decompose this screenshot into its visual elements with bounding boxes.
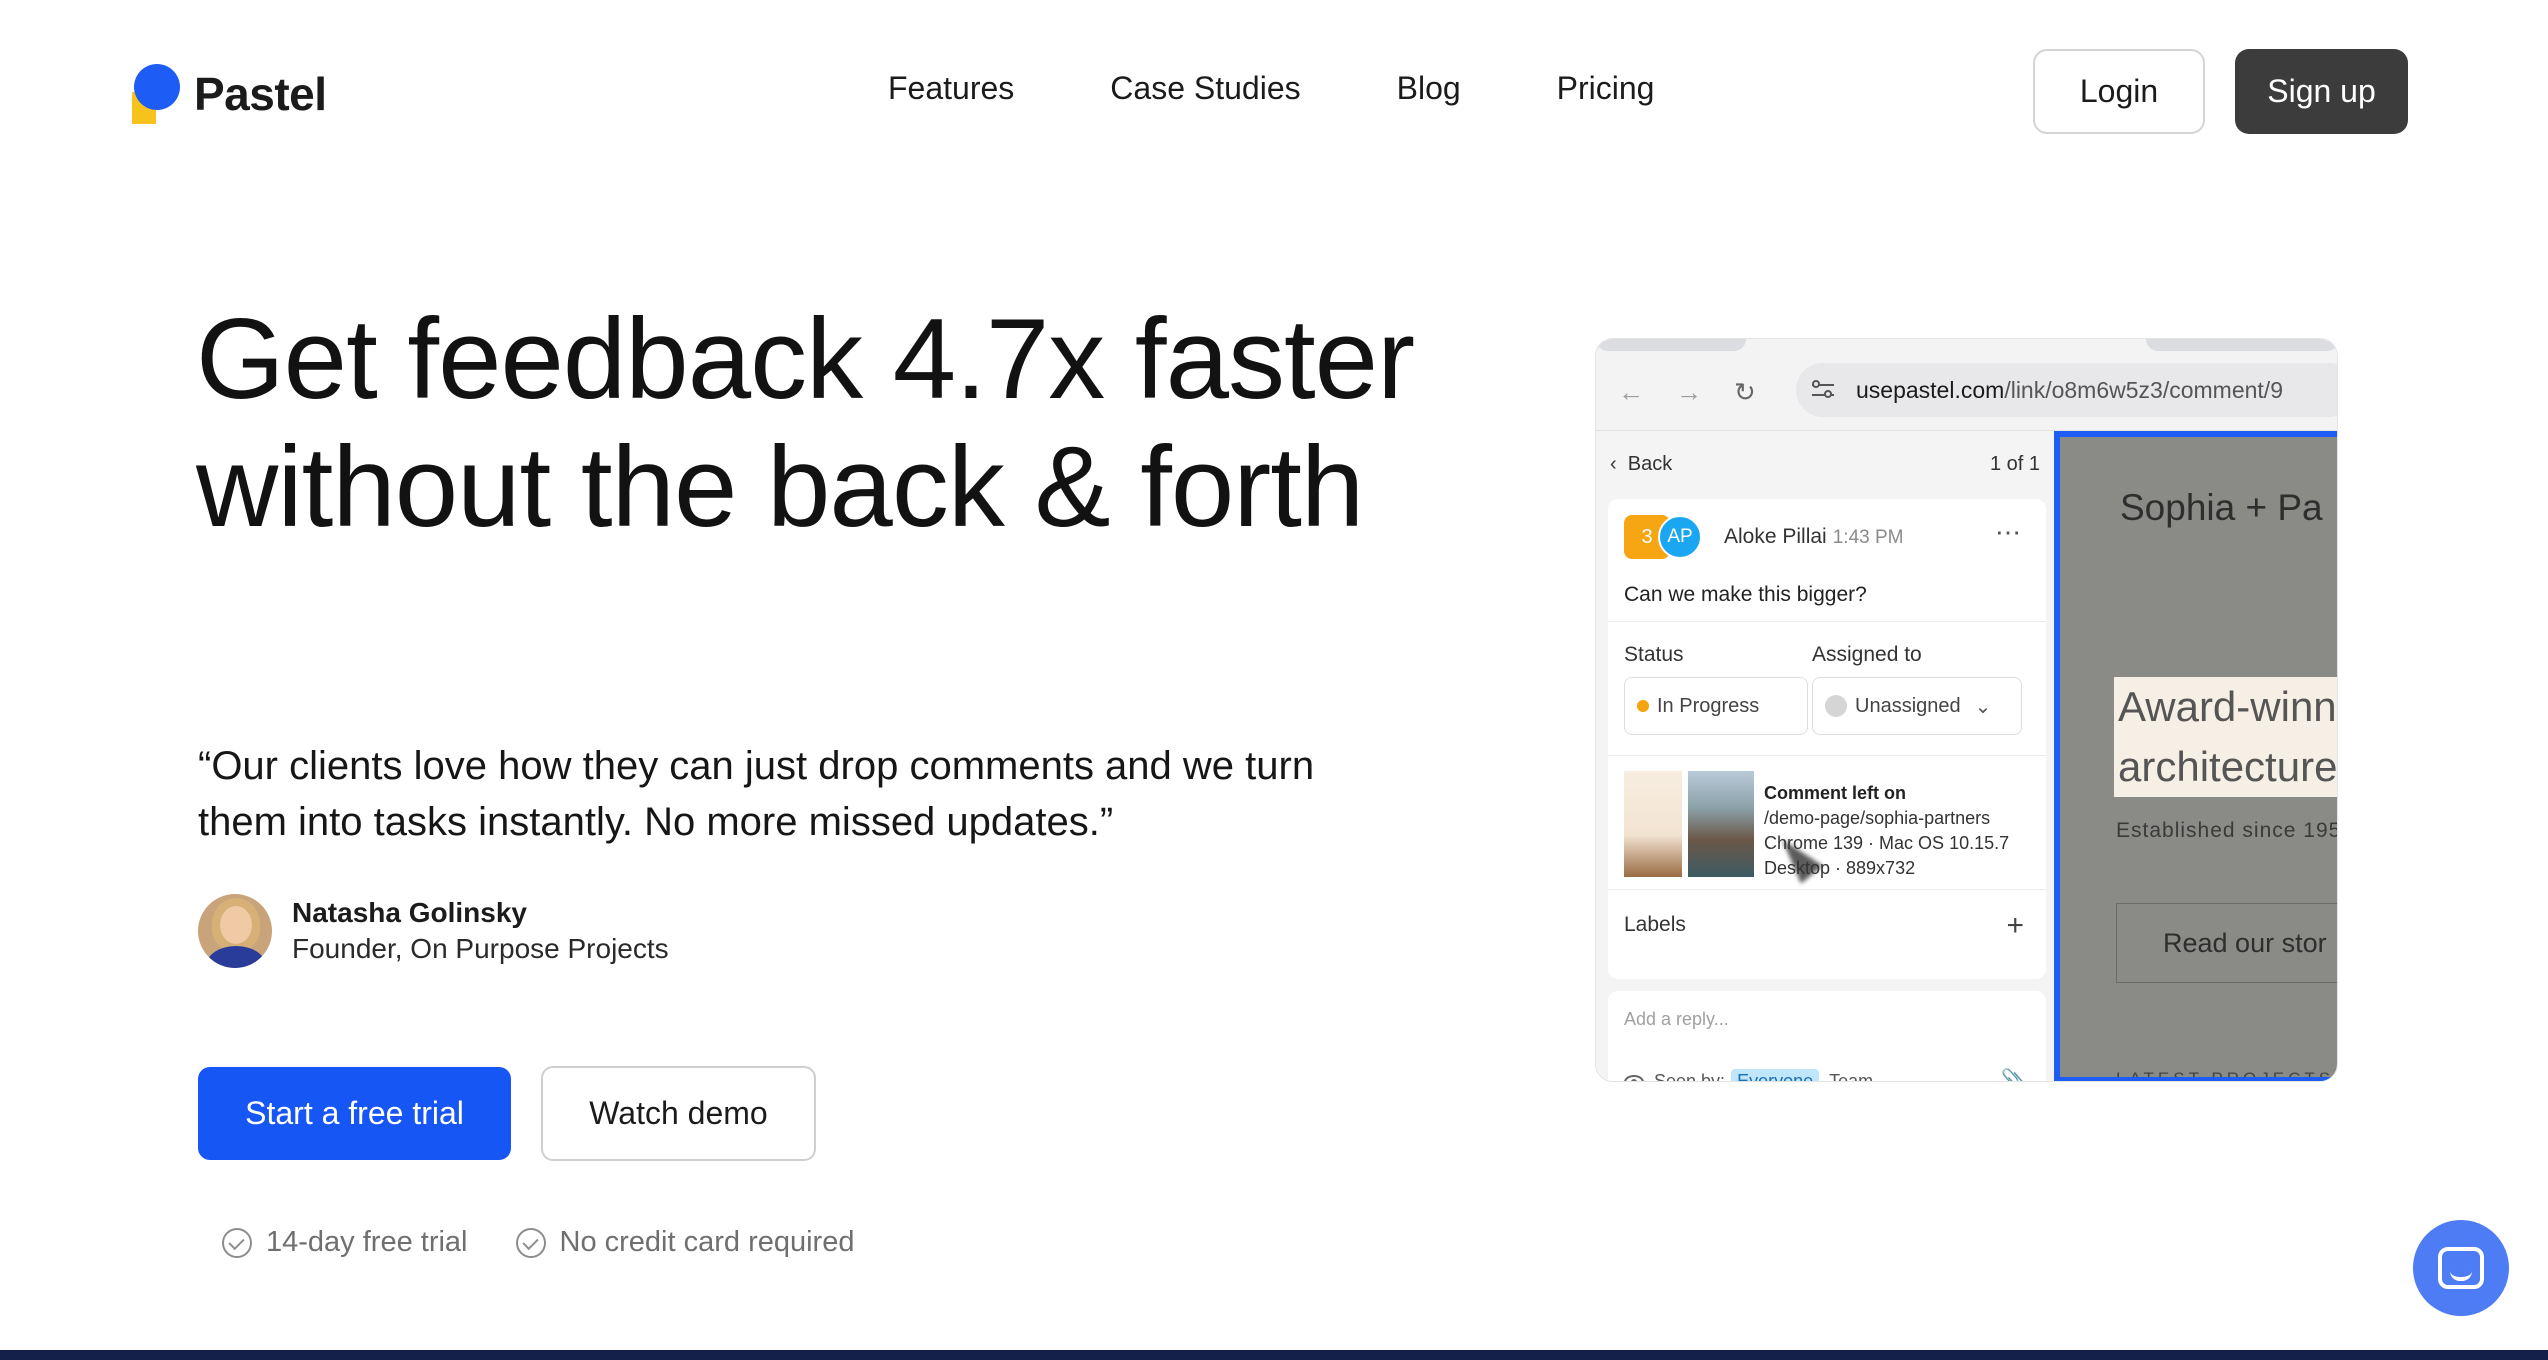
back-link: ‹ Back — [1610, 453, 1673, 475]
site-established: Established since 195 — [2116, 819, 2338, 842]
reply-box: Add a reply... Seen by: Everyone Team 📎 — [1608, 991, 2046, 1082]
everyone-badge: Everyone — [1731, 1069, 1820, 1081]
comment-panel: ‹ Back 1 of 1 3 AP Aloke Pillai 1:43 PM ⋯… — [1596, 431, 2054, 1082]
status-select: In Progress — [1624, 677, 1808, 735]
perk-item: 14-day free trial — [222, 1226, 468, 1259]
more-options-icon: ⋯ — [1995, 517, 2022, 547]
site-story-button: Read our stor — [2116, 903, 2337, 983]
screenshot-thumbnail — [1688, 771, 1754, 877]
site-title: Sophia + Pa — [2120, 487, 2323, 528]
comment-message: Can we make this bigger? — [1624, 583, 1867, 606]
pastel-logo-icon — [132, 64, 180, 124]
url-bar: usepastel.com/link/o8m6w5z3/comment/9 — [1796, 363, 2337, 417]
seen-by-row: Seen by: Everyone Team — [1624, 1069, 1873, 1081]
status-label: Status — [1624, 643, 1684, 666]
perks-list: 14-day free trial No credit card require… — [222, 1226, 902, 1259]
chevron-down-icon: ⌄ — [1974, 695, 1992, 718]
author-name: Natasha Golinsky — [292, 897, 527, 928]
testimonial-quote: “Our clients love how they can just drop… — [198, 744, 1315, 844]
start-free-trial-button[interactable]: Start a free trial — [198, 1067, 511, 1160]
page-thumbnail — [1624, 771, 1682, 877]
check-circle-icon — [222, 1227, 252, 1258]
comment-time: 1:43 PM — [1832, 527, 1904, 548]
nav-case-studies[interactable]: Case Studies — [1110, 70, 1300, 107]
attachment-icon: 📎 — [2001, 1069, 2026, 1082]
chat-icon — [2438, 1247, 2484, 1289]
watch-demo-button[interactable]: Watch demo — [541, 1066, 816, 1161]
url-host: usepastel.com — [1856, 376, 2005, 403]
assigned-label: Assigned to — [1812, 643, 1922, 666]
author-role: Founder, On Purpose Projects — [292, 933, 669, 964]
avatar-initials: AP — [1658, 515, 1702, 559]
nav-blog[interactable]: Blog — [1397, 70, 1461, 107]
brand-logo[interactable]: Pastel — [132, 64, 327, 124]
unassigned-avatar-icon — [1825, 695, 1847, 717]
browser-back-icon: ← — [1618, 377, 1644, 407]
signup-button[interactable]: Sign up — [2235, 49, 2408, 134]
eye-icon — [1624, 1074, 1644, 1081]
pager-text: 1 of 1 — [1989, 453, 2040, 475]
site-headline: Award-winn architecture — [2114, 677, 2337, 797]
perk-label: No credit card required — [559, 1226, 855, 1258]
main-nav: Features Case Studies Blog Pricing — [888, 70, 1654, 107]
comment-card: 3 AP Aloke Pillai 1:43 PM ⋯ Can we make t… — [1608, 499, 2046, 979]
site-latest-projects: LATEST PROJECTS — [2116, 1069, 2335, 1082]
site-settings-icon — [1812, 379, 1836, 401]
hero-title: Get feedback 4.7x faster without the bac… — [196, 296, 1415, 551]
chat-launcher-button[interactable] — [2413, 1220, 2509, 1316]
nav-pricing[interactable]: Pricing — [1557, 70, 1655, 107]
comment-metadata: Comment left on /demo-page/sophia-partne… — [1764, 783, 2010, 878]
avatar — [198, 894, 272, 968]
reply-placeholder: Add a reply... — [1624, 1009, 1729, 1029]
browser-toolbar: ← → ↻ usepastel.com/link/o8m6w5z3/commen… — [1596, 339, 2337, 431]
browser-forward-icon: → — [1676, 377, 1702, 407]
status-dot-icon — [1637, 700, 1649, 712]
bottom-section-edge — [0, 1350, 2548, 1360]
perk-item: No credit card required — [515, 1226, 855, 1259]
assignee-select: Unassigned ⌄ — [1812, 677, 2022, 735]
testimonial-author: Natasha Golinsky Founder, On Purpose Pro… — [198, 894, 669, 968]
commented-website-preview: Sophia + Pa Award-winn architecture Esta… — [2054, 431, 2338, 1082]
reload-icon: ↻ — [1734, 377, 1756, 407]
add-label-icon: + — [2006, 909, 2024, 942]
comment-author: Aloke Pillai 1:43 PM — [1724, 525, 1904, 548]
nav-features[interactable]: Features — [888, 70, 1014, 107]
login-button[interactable]: Login — [2033, 49, 2205, 134]
check-circle-icon — [515, 1227, 546, 1258]
labels-label: Labels — [1624, 913, 1686, 936]
brand-name: Pastel — [194, 68, 327, 120]
url-path: /link/o8m6w5z3/comment/9 — [2004, 376, 2283, 403]
perk-label: 14-day free trial — [266, 1226, 468, 1258]
product-screenshot: ← → ↻ usepastel.com/link/o8m6w5z3/commen… — [1595, 338, 2338, 1082]
